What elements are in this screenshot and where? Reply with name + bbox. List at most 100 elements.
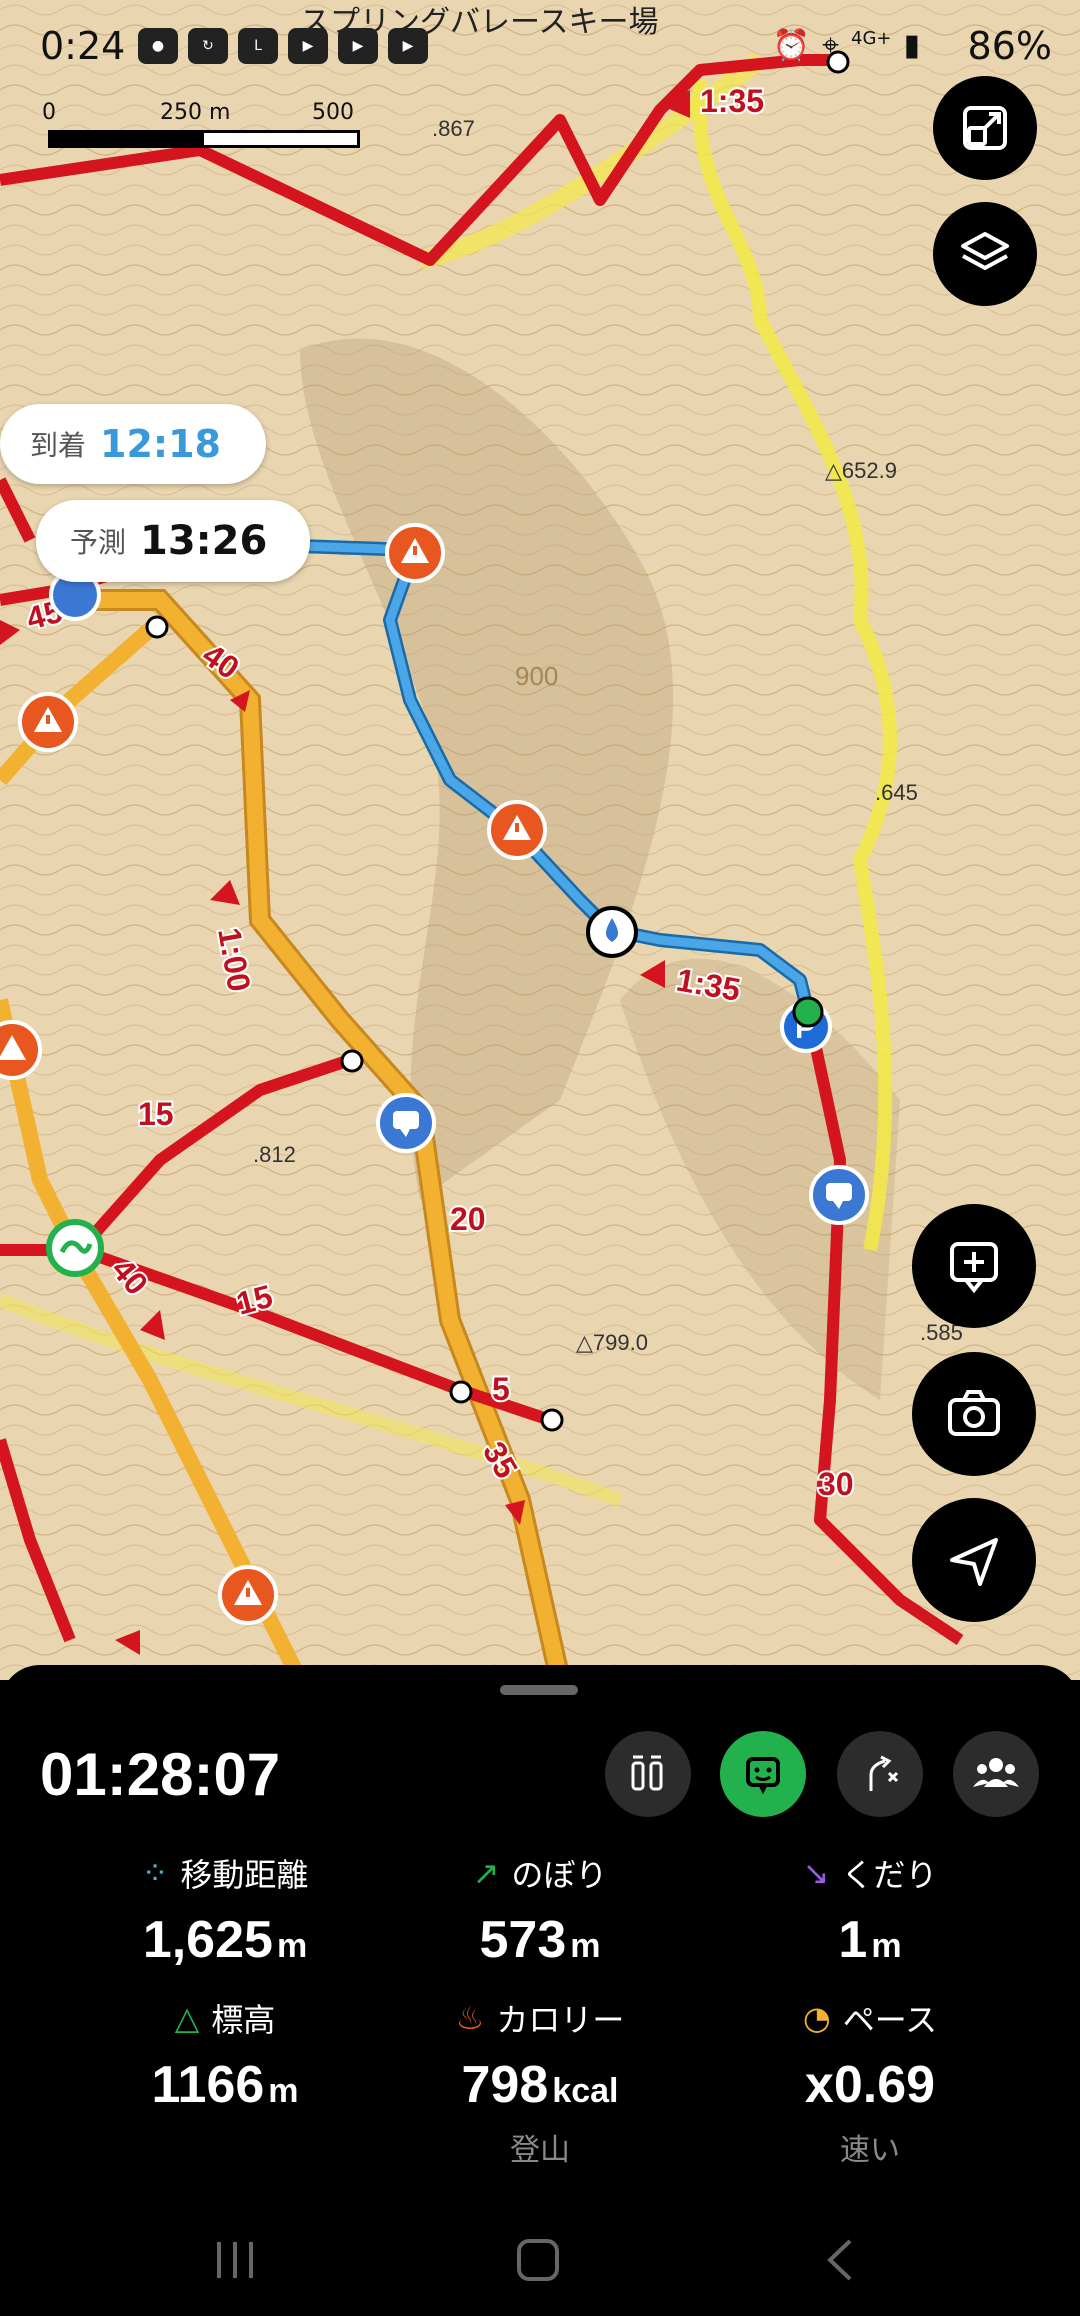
- navigate-button[interactable]: [912, 1498, 1036, 1622]
- network-label: 4G+: [851, 28, 892, 49]
- route-off-button[interactable]: [837, 1731, 923, 1817]
- status-bar: 0:24 ● ↻ L ▶ ▶ ▶ ⏰ ⌖ 4G+ ▮ 86%: [0, 0, 1080, 95]
- comment-marker-icon[interactable]: [809, 1165, 869, 1225]
- arrival-time: 12:18: [100, 422, 221, 466]
- layers-icon: [961, 232, 1009, 270]
- route-branch-icon: [869, 1755, 899, 1791]
- forecast-label: 予測: [70, 526, 127, 559]
- stat-altitude: △ 標高 1166 m: [60, 1995, 390, 2115]
- route-time-label: 20: [450, 1201, 486, 1237]
- drag-handle[interactable]: [500, 1685, 578, 1695]
- distance-icon: ⁘: [141, 1854, 169, 1892]
- flame-icon: ♨: [455, 1999, 485, 2037]
- stat-label: カロリー: [496, 2001, 625, 2039]
- stat-unit: kcal: [552, 2072, 619, 2110]
- notification-icons: ● ↻ L ▶ ▶ ▶: [138, 28, 428, 64]
- junction-marker-icon[interactable]: [46, 1219, 104, 1277]
- recent-apps-icon: [217, 2242, 253, 2278]
- stat-unit: m: [871, 1927, 902, 1965]
- ascent-icon: ↗: [472, 1854, 500, 1892]
- home-button[interactable]: [478, 2205, 598, 2315]
- elapsed-time: 01:28:07: [40, 1741, 281, 1808]
- route-time-label: 15: [138, 1096, 174, 1132]
- route-time-label: 30: [818, 1466, 854, 1502]
- system-icons: ⏰ ⌖ 4G+ ▮: [773, 28, 920, 63]
- forecast-time: 13:26: [140, 518, 268, 564]
- stat-unit: m: [268, 2072, 299, 2110]
- face-icon: [746, 1757, 780, 1795]
- warning-icon[interactable]: [487, 800, 547, 860]
- elevation-label: △652.9: [825, 458, 897, 483]
- status-time: 0:24: [40, 24, 126, 68]
- stat-label: のぼり: [511, 1856, 608, 1894]
- location-icon: ⌖: [822, 28, 839, 63]
- layers-button[interactable]: [933, 202, 1037, 306]
- fullscreen-icon: [963, 106, 1007, 150]
- elevation-label: △799.0: [576, 1330, 648, 1355]
- forecast-bubble: 予測 13:26: [36, 500, 310, 582]
- arrival-label: 到着: [30, 429, 87, 462]
- stat-sub: 登山: [510, 2133, 570, 2168]
- signal-icon: ▮: [903, 28, 920, 63]
- fullscreen-button[interactable]: [933, 76, 1037, 180]
- comment-marker-icon[interactable]: [376, 1093, 436, 1153]
- video-icon: ▶: [388, 28, 428, 64]
- stat-value: 573: [479, 1911, 567, 1969]
- route-time-label: 5: [492, 1371, 510, 1407]
- stat-label: 標高: [211, 2001, 276, 2039]
- add-post-button[interactable]: [912, 1204, 1036, 1328]
- chat-icon: ●: [138, 28, 178, 64]
- stat-label: 移動距離: [180, 1856, 309, 1894]
- back-button[interactable]: [780, 2205, 900, 2315]
- stat-distance: ⁘ 移動距離 1,625 m: [60, 1850, 390, 1970]
- stat-value: 1166: [151, 2056, 265, 2114]
- battery-level: 86%: [967, 24, 1052, 68]
- warning-icon[interactable]: [385, 523, 445, 583]
- safety-mode-button[interactable]: [720, 1731, 806, 1817]
- stat-value: 1,625: [142, 1911, 273, 1969]
- stat-label: くだり: [841, 1856, 938, 1894]
- party-button[interactable]: [953, 1731, 1039, 1817]
- speedometer-icon: ◔: [802, 1999, 831, 2037]
- recent-apps-button[interactable]: [176, 2205, 296, 2315]
- scale-bar: 0 250 m 500 m: [42, 100, 362, 150]
- stat-value: x0.69: [804, 2056, 936, 2114]
- camera-icon: [948, 1390, 1000, 1436]
- warning-icon[interactable]: [0, 1020, 42, 1080]
- camera-button[interactable]: [912, 1352, 1036, 1476]
- stat-ascent: ↗ のぼり 573 m: [375, 1850, 705, 1970]
- back-icon: [827, 2239, 852, 2281]
- elevation-label: .812: [253, 1142, 296, 1167]
- stat-value: 798: [461, 2056, 549, 2114]
- gear-checklist-button[interactable]: [605, 1731, 691, 1817]
- line-icon: L: [238, 28, 278, 64]
- activity-stats-panel[interactable]: 01:28:07 ⁘ 移動距離 1,625 m ↗ のぼり 573 m ↘ くだり 1m …: [0, 1665, 1080, 2316]
- stat-label: ペース: [842, 2001, 938, 2039]
- stat-sub: 速い: [840, 2133, 900, 2168]
- group-icon: [973, 1758, 1019, 1787]
- stat-unit: m: [276, 1927, 308, 1965]
- bottles-icon: [631, 1755, 663, 1791]
- video-icon: ▶: [288, 28, 328, 64]
- system-nav-bar: [0, 2205, 1080, 2315]
- descent-icon: ↘: [802, 1854, 830, 1892]
- warning-icon[interactable]: [18, 692, 78, 752]
- stat-unit: m: [570, 1927, 601, 1965]
- alarm-icon: ⏰: [772, 28, 811, 63]
- scale-label: 250 m: [160, 100, 231, 125]
- stat-calories: ♨ カロリー 798 kcal 登山: [375, 1995, 705, 2169]
- mountain-icon: △: [174, 1999, 200, 2037]
- add-comment-icon: [950, 1242, 998, 1294]
- elevation-label: .645: [875, 780, 918, 805]
- scale-bar-graphic: [48, 130, 360, 148]
- stat-descent: ↘ くだり 1m: [705, 1850, 1035, 1970]
- elevation-label: .867: [432, 116, 475, 141]
- video-icon: ▶: [338, 28, 378, 64]
- arrival-bubble: 到着 12:18: [0, 404, 266, 484]
- stat-pace: ◔ ペース x0.69 速い: [705, 1995, 1035, 2169]
- water-drop-icon[interactable]: [586, 906, 638, 958]
- scale-label: 0: [42, 100, 56, 125]
- stat-value: 1: [838, 1911, 868, 1969]
- sync-icon: ↻: [188, 28, 228, 64]
- warning-icon[interactable]: [218, 1565, 278, 1625]
